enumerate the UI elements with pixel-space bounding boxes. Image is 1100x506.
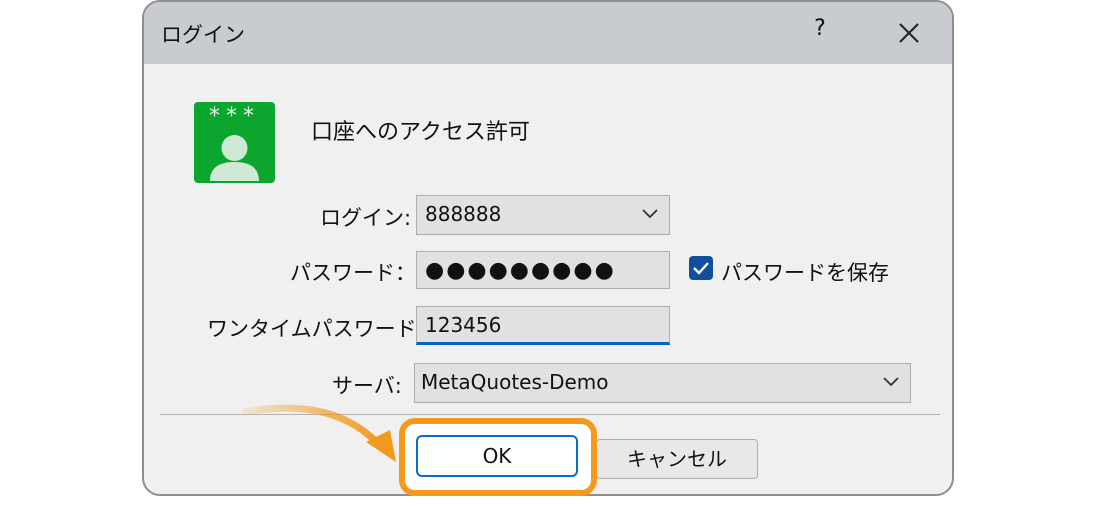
password-label: パスワード： <box>290 261 416 285</box>
server-label: サーバ: <box>332 374 402 398</box>
account-icon: *** <box>194 102 275 183</box>
help-button[interactable]: ? <box>808 16 832 48</box>
save-password-checkbox[interactable] <box>689 256 713 280</box>
close-icon <box>899 23 919 43</box>
save-password-label: パスワードを保存 <box>721 261 889 285</box>
pointer-arrow-icon <box>241 404 396 462</box>
login-value: 888888 <box>425 202 502 226</box>
user-silhouette-icon <box>210 135 259 181</box>
chevron-down-icon <box>883 377 899 387</box>
ok-button[interactable]: OK <box>416 435 578 477</box>
otp-label: ワンタイムパスワード: <box>207 317 424 341</box>
ok-button-label: OK <box>482 444 512 468</box>
otp-value: 123456 <box>425 313 502 337</box>
chevron-down-icon <box>642 209 658 219</box>
server-combobox[interactable]: MetaQuotes-Demo <box>414 363 911 403</box>
password-field[interactable]: ●●●●●●●●● <box>416 251 670 289</box>
dialog-heading: 口座へのアクセス許可 <box>311 120 530 145</box>
password-value: ●●●●●●●●● <box>425 258 616 283</box>
server-value: MetaQuotes-Demo <box>421 370 609 394</box>
dialog-title: ログイン <box>161 23 245 47</box>
login-combobox[interactable]: 888888 <box>416 195 670 235</box>
checkmark-icon <box>693 262 709 275</box>
title-bar: ログイン ? <box>144 2 952 64</box>
close-button[interactable] <box>892 16 926 50</box>
login-label: ログイン: <box>320 206 412 230</box>
cancel-button[interactable]: キャンセル <box>596 439 758 479</box>
otp-field[interactable]: 123456 <box>416 306 670 345</box>
cancel-button-label: キャンセル <box>627 447 727 471</box>
